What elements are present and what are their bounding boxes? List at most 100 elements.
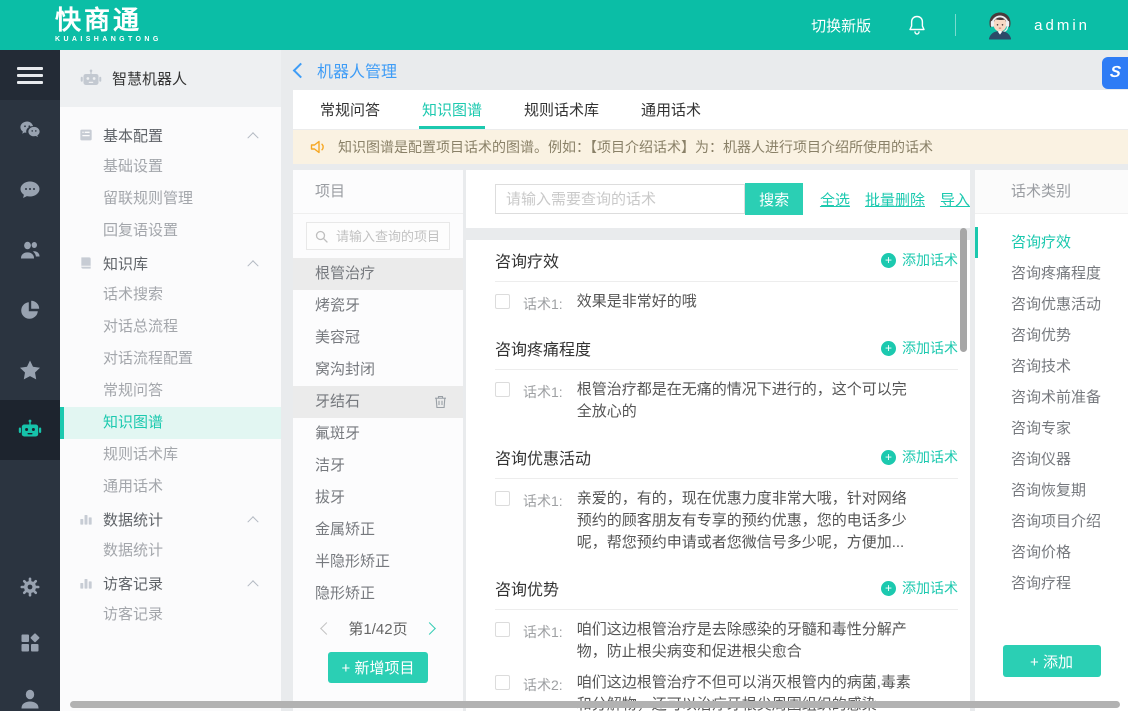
- sidebar-item[interactable]: 访客记录: [60, 599, 281, 631]
- project-item[interactable]: 洁牙: [293, 450, 463, 482]
- project-item[interactable]: 金属矫正: [293, 514, 463, 546]
- back-chevron-icon: [293, 62, 309, 78]
- action-link[interactable]: 全选: [820, 189, 850, 210]
- category-item[interactable]: 咨询项目介绍: [975, 506, 1128, 537]
- sidebar-title: 智慧机器人: [112, 68, 187, 89]
- project-search-input[interactable]: [334, 228, 441, 245]
- sidebar-item[interactable]: 话术搜索: [60, 279, 281, 311]
- category-item[interactable]: 咨询疼痛程度: [975, 258, 1128, 289]
- category-list: 咨询疗效咨询疼痛程度咨询优惠活动咨询优势咨询技术咨询术前准备咨询专家咨询仪器咨询…: [975, 214, 1128, 599]
- sidebar-item[interactable]: 数据统计: [60, 535, 281, 567]
- category-item[interactable]: 咨询优势: [975, 320, 1128, 351]
- users-icon[interactable]: [0, 220, 60, 280]
- checkbox[interactable]: [495, 294, 510, 309]
- user-avatar[interactable]: [982, 7, 1018, 43]
- sidebar-item[interactable]: 留联规则管理: [60, 183, 281, 215]
- tab-item[interactable]: 常规问答: [317, 90, 383, 129]
- horn-icon: [310, 139, 328, 155]
- category-panel-title: 话术类别: [975, 170, 1128, 214]
- project-search-row: [293, 214, 463, 258]
- sidebar-group-label: 知识库: [103, 253, 148, 274]
- action-link[interactable]: 导入: [940, 189, 970, 210]
- sidebar-item[interactable]: 回复语设置: [60, 215, 281, 247]
- sidebar-item[interactable]: 对话总流程: [60, 311, 281, 343]
- sidebar-item[interactable]: 知识图谱: [60, 407, 281, 439]
- project-item[interactable]: 氟斑牙: [293, 418, 463, 450]
- category-item[interactable]: 咨询优惠活动: [975, 289, 1128, 320]
- pie-icon[interactable]: [0, 280, 60, 340]
- search-icon: [315, 230, 328, 243]
- project-item[interactable]: 隐形矫正: [293, 578, 463, 610]
- script-item: 话术1:效果是非常好的哦: [495, 291, 958, 314]
- project-item-label: 半隐形矫正: [315, 546, 390, 578]
- sidebar-item[interactable]: 通用话术: [60, 471, 281, 503]
- chat-icon[interactable]: [0, 160, 60, 220]
- vertical-scrollbar[interactable]: [960, 228, 967, 352]
- wechat-icon[interactable]: [0, 100, 60, 160]
- project-item[interactable]: 根管治疗: [293, 258, 463, 290]
- tab-item[interactable]: 通用话术: [638, 90, 704, 129]
- hamburger-menu-icon[interactable]: [0, 50, 60, 100]
- sidebar-item[interactable]: 常规问答: [60, 375, 281, 407]
- topbar-actions: 切换新版: [811, 7, 1128, 43]
- bell-icon[interactable]: [907, 14, 927, 36]
- floating-widget-badge[interactable]: S: [1102, 57, 1128, 89]
- sidebar-group-header[interactable]: 知识库: [60, 247, 281, 279]
- project-item[interactable]: 窝沟封闭: [293, 354, 463, 386]
- script-item-text: 效果是非常好的哦: [577, 291, 913, 314]
- gear-icon[interactable]: [0, 559, 60, 615]
- script-search-input[interactable]: [495, 184, 745, 214]
- sidebar-item[interactable]: 规则话术库: [60, 439, 281, 471]
- script-section: 咨询疗效+添加话术话术1:效果是非常好的哦: [495, 248, 958, 314]
- sidebar-group-header[interactable]: 访客记录: [60, 567, 281, 599]
- category-item[interactable]: 咨询专家: [975, 413, 1128, 444]
- checkbox[interactable]: [495, 622, 510, 637]
- robot-icon[interactable]: [0, 400, 60, 460]
- tab-item[interactable]: 规则话术库: [521, 90, 602, 129]
- add-script-button[interactable]: +添加话术: [881, 338, 958, 358]
- project-item[interactable]: 半隐形矫正: [293, 546, 463, 578]
- add-category-button[interactable]: + 添加: [1003, 645, 1101, 677]
- action-link[interactable]: 批量删除: [865, 189, 925, 210]
- breadcrumb[interactable]: 机器人管理: [281, 50, 397, 90]
- category-item[interactable]: 咨询恢复期: [975, 475, 1128, 506]
- add-project-button[interactable]: + 新增项目: [328, 652, 428, 683]
- project-item[interactable]: 烤瓷牙: [293, 290, 463, 322]
- sidebar-group-header[interactable]: 数据统计: [60, 503, 281, 535]
- prev-page-icon[interactable]: [321, 622, 334, 635]
- category-item[interactable]: 咨询术前准备: [975, 382, 1128, 413]
- category-item[interactable]: 咨询技术: [975, 351, 1128, 382]
- tab-item[interactable]: 知识图谱: [419, 90, 485, 129]
- checkbox[interactable]: [495, 382, 510, 397]
- switch-version-link[interactable]: 切换新版: [811, 15, 871, 36]
- username-label[interactable]: admin: [1034, 17, 1090, 34]
- script-section: 咨询优势+添加话术话术1:咱们这边根管治疗是去除感染的牙髓和毒性分解产物，防止根…: [495, 576, 958, 711]
- horizontal-scrollbar[interactable]: [70, 701, 1120, 708]
- category-item[interactable]: 咨询疗程: [975, 568, 1128, 599]
- trash-icon[interactable]: [434, 395, 447, 409]
- add-script-button[interactable]: +添加话术: [881, 578, 958, 598]
- star-icon[interactable]: [0, 340, 60, 400]
- checkbox[interactable]: [495, 675, 510, 690]
- sidebar-item[interactable]: 对话流程配置: [60, 343, 281, 375]
- category-item[interactable]: 咨询仪器: [975, 444, 1128, 475]
- user-icon[interactable]: [0, 671, 60, 711]
- project-item[interactable]: 美容冠: [293, 322, 463, 354]
- script-actions: 全选批量删除导入: [820, 189, 970, 210]
- search-button[interactable]: 搜索: [745, 183, 803, 215]
- category-item[interactable]: 咨询疗效: [975, 227, 1128, 258]
- add-script-button[interactable]: +添加话术: [881, 250, 958, 270]
- sidebar-group-header[interactable]: 基本配置: [60, 119, 281, 151]
- script-item-text: 根管治疗都是在无痛的情况下进行的，这个可以完全放心的: [577, 379, 913, 423]
- checkbox[interactable]: [495, 491, 510, 506]
- notice-banner: 知识图谱是配置项目话术的图谱。例如：【项目介绍话术】为：机器人进行项目介绍所使用…: [293, 130, 1128, 164]
- sidebar-item[interactable]: 基础设置: [60, 151, 281, 183]
- script-search-row: 搜索 全选批量删除导入: [466, 170, 970, 228]
- category-item[interactable]: 咨询价格: [975, 537, 1128, 568]
- add-script-button[interactable]: +添加话术: [881, 447, 958, 467]
- project-item[interactable]: 拔牙: [293, 482, 463, 514]
- project-list: 根管治疗烤瓷牙美容冠窝沟封闭牙结石氟斑牙洁牙拔牙金属矫正半隐形矫正隐形矫正: [293, 258, 463, 610]
- apps-icon[interactable]: [0, 615, 60, 671]
- project-item[interactable]: 牙结石: [293, 386, 463, 418]
- next-page-icon[interactable]: [423, 622, 436, 635]
